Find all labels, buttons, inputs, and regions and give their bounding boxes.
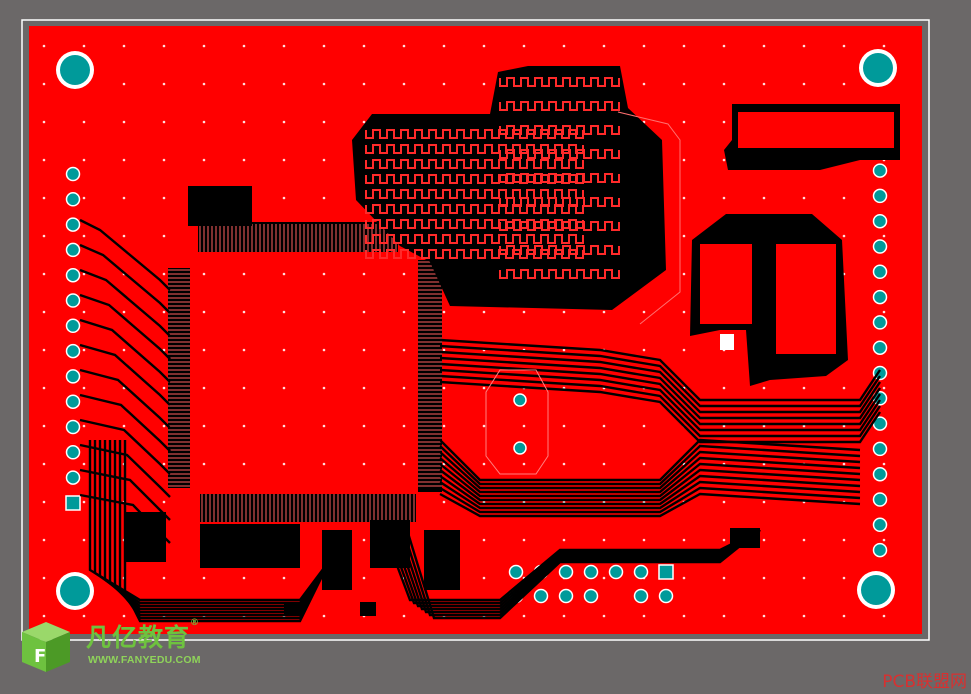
fanyedu-cube-icon: F xyxy=(22,622,70,672)
fanyedu-logo: F 凡亿教育® WWW.FANYEDU.COM xyxy=(8,618,218,678)
brand-name: 凡亿教育® xyxy=(86,618,201,652)
connector-small xyxy=(188,186,252,226)
svg-text:F: F xyxy=(34,646,46,667)
brand-url: WWW.FANYEDU.COM xyxy=(88,654,201,666)
pcb-watermark: PCB联盟网 xyxy=(882,672,967,692)
pcb-layout-canvas xyxy=(21,19,930,641)
